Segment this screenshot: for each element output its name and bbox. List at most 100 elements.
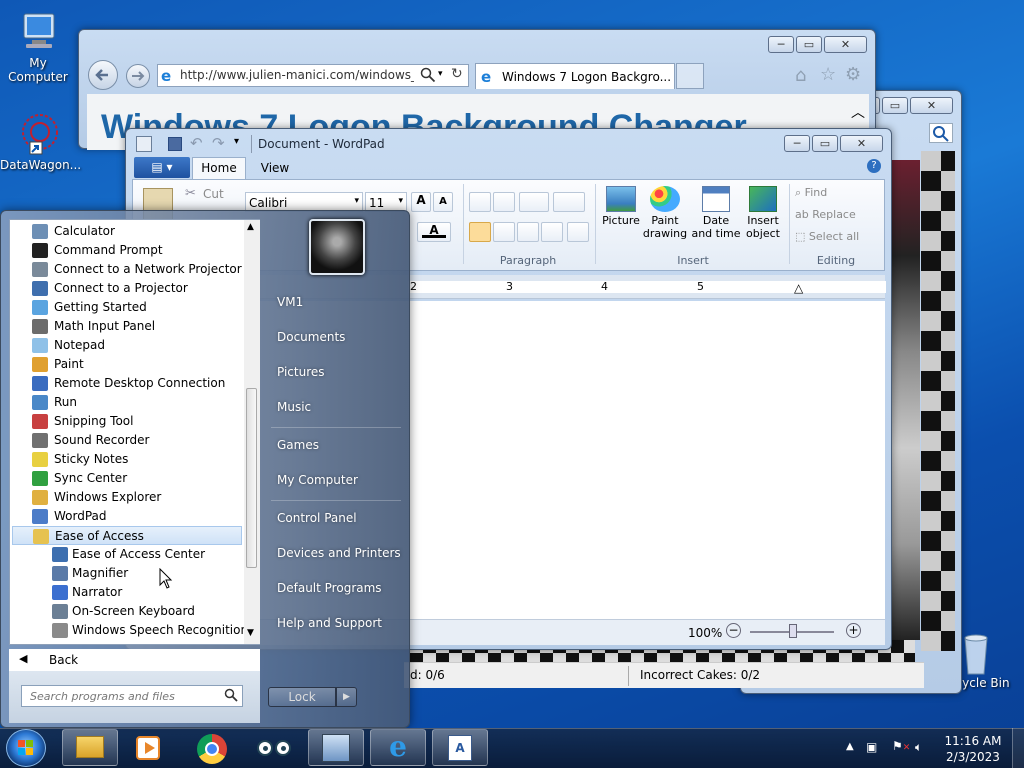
start-menu-link[interactable]: Help and Support [277,616,382,630]
list-item[interactable]: Command Prompt [12,241,242,260]
list-item[interactable]: Connect to a Projector [12,279,242,298]
search-input[interactable]: Search programs and files [21,685,243,707]
help-icon[interactable]: ? [867,159,881,173]
start-button[interactable] [6,729,46,767]
list-item[interactable]: On-Screen Keyboard [12,602,242,621]
start-menu-link[interactable]: Control Panel [277,511,357,525]
paragraph-button[interactable] [567,222,589,242]
redo-icon[interactable]: ↷ [212,134,225,152]
desktop-icon-datawagon[interactable]: DataWagon... [0,112,81,172]
network-icon[interactable]: ▣ [866,740,877,754]
list-item[interactable]: Narrator [12,583,242,602]
user-picture[interactable] [309,219,365,275]
decrease-indent-button[interactable] [469,192,491,212]
list-item[interactable]: Math Input Panel [12,317,242,336]
address-url[interactable]: http://www.julien-manici.com/windows_7_l… [180,68,414,82]
list-item[interactable]: Windows Speech Recognition [12,621,248,640]
cut-icon[interactable]: ✂ [185,186,196,201]
align-right-button[interactable] [517,222,539,242]
game-viewport[interactable] [921,151,955,651]
search-icon[interactable] [224,688,238,705]
start-menu-link[interactable]: Documents [277,330,345,344]
back-button[interactable]: ◀ Back [9,649,260,671]
new-tab-button[interactable] [676,63,704,89]
list-item[interactable]: Getting Started [12,298,242,317]
maximize-button[interactable]: ▭ [882,97,908,114]
list-item[interactable]: Calculator [12,222,242,241]
right-indent-marker[interactable]: △ [794,281,803,295]
select-all-button[interactable]: ⬚ Select all [795,230,859,243]
shrink-font-button[interactable]: A [433,192,453,212]
list-item[interactable]: Run [12,393,242,412]
minimize-button[interactable]: ─ [784,135,810,152]
volume-icon[interactable]: 🔈︎ [915,740,922,755]
taskbar-chrome-button[interactable] [184,729,240,766]
desktop-icon-my-computer[interactable]: My Computer [0,10,76,84]
start-menu-link[interactable]: Pictures [277,365,325,379]
taskbar-wordpad-button[interactable]: A [432,729,488,766]
maximize-button[interactable]: ▭ [812,135,838,152]
home-icon[interactable]: ⌂ [795,65,806,86]
undo-icon[interactable]: ↶ [190,134,203,152]
search-icon[interactable] [420,67,436,86]
taskbar-media-player-button[interactable] [120,729,176,766]
taskbar-network-app-button[interactable] [308,729,364,766]
list-item[interactable]: Windows Explorer [12,488,242,507]
list-item[interactable]: Ease of Access [12,526,242,545]
show-desktop-button[interactable] [1012,728,1024,768]
start-menu-link[interactable]: Games [277,438,319,452]
scrollbar-thumb[interactable] [246,388,257,568]
gear-icon[interactable]: ⚙ [845,64,861,85]
insert-picture-button[interactable]: Picture [599,186,643,227]
align-left-button[interactable] [469,222,491,242]
font-size-select[interactable]: 11 ▾ [365,192,407,212]
show-hidden-icons-icon[interactable]: ▲ [846,741,854,752]
taskbar-internet-explorer-button[interactable]: e [370,729,426,766]
bullets-button[interactable] [519,192,549,212]
browser-tab[interactable]: e Windows 7 Logon Backgro... [475,63,675,89]
line-spacing-button[interactable] [553,192,585,212]
insert-object-button[interactable]: Insert object [741,186,785,240]
shutdown-options-button[interactable]: ▶ [336,687,357,707]
taskbar-explorer-button[interactable] [62,729,118,766]
close-button[interactable]: ✕ [910,97,953,114]
wordpad-menu-button[interactable]: ▤ ▾ [134,157,190,178]
justify-button[interactable] [541,222,563,242]
list-item[interactable]: Ease of Access Center [12,545,242,564]
dropdown-icon[interactable]: ▾ [438,69,443,79]
grow-font-button[interactable]: A [411,192,431,212]
back-button[interactable] [88,60,118,90]
favorites-icon[interactable]: ☆ [820,64,836,85]
paint-drawing-button[interactable]: Paint drawing [641,186,689,240]
find-button[interactable]: ⌕ Find [795,186,827,200]
start-menu-link[interactable]: Default Programs [277,581,382,595]
action-center-icon[interactable]: ⚑✕ [892,739,910,753]
refresh-icon[interactable]: ↻ [451,66,463,82]
start-menu-link[interactable]: VM1 [277,295,303,309]
list-item[interactable]: Sync Center [12,469,242,488]
align-center-button[interactable] [493,222,515,242]
start-menu-link[interactable]: My Computer [277,473,358,487]
cut-label[interactable]: Cut [203,187,224,201]
list-item[interactable]: Connect to a Network Projector [12,260,242,279]
zoom-out-icon[interactable]: − [726,623,741,638]
address-bar[interactable]: e http://www.julien-manici.com/windows_7… [157,64,469,87]
close-button[interactable]: ✕ [824,36,867,53]
save-icon[interactable] [168,137,182,151]
close-button[interactable]: ✕ [840,135,883,152]
list-item[interactable]: Sticky Notes [12,450,242,469]
wordpad-app-icon[interactable] [136,136,152,152]
list-item[interactable]: Magnifier [12,564,242,583]
minimize-button[interactable]: ─ [768,36,794,53]
zoom-in-icon[interactable]: + [846,623,861,638]
search-icon[interactable] [929,123,953,143]
scroll-up-icon[interactable]: ︿ [851,102,865,122]
font-family-select[interactable]: Calibri ▾ [245,192,363,212]
list-item[interactable]: Sound Recorder [12,431,242,450]
list-item[interactable]: Snipping Tool [12,412,242,431]
font-color-button[interactable]: A [417,222,451,242]
taskbar-eyes-button[interactable] [246,729,302,766]
scroll-up-icon[interactable]: ▲ [247,222,254,232]
scroll-down-icon[interactable]: ▼ [247,628,254,638]
maximize-button[interactable]: ▭ [796,36,822,53]
